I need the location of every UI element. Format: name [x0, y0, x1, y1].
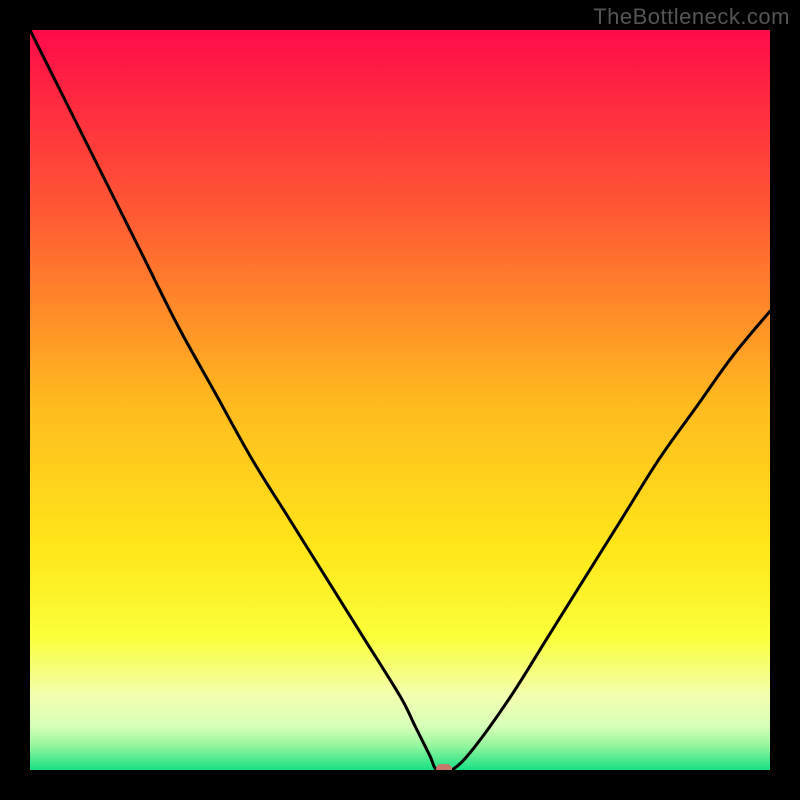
plot-area	[30, 30, 770, 770]
chart-frame: TheBottleneck.com	[0, 0, 800, 800]
optimal-point-marker	[436, 764, 452, 770]
plot-svg	[30, 30, 770, 770]
watermark-text: TheBottleneck.com	[593, 4, 790, 30]
gradient-background	[30, 30, 770, 770]
